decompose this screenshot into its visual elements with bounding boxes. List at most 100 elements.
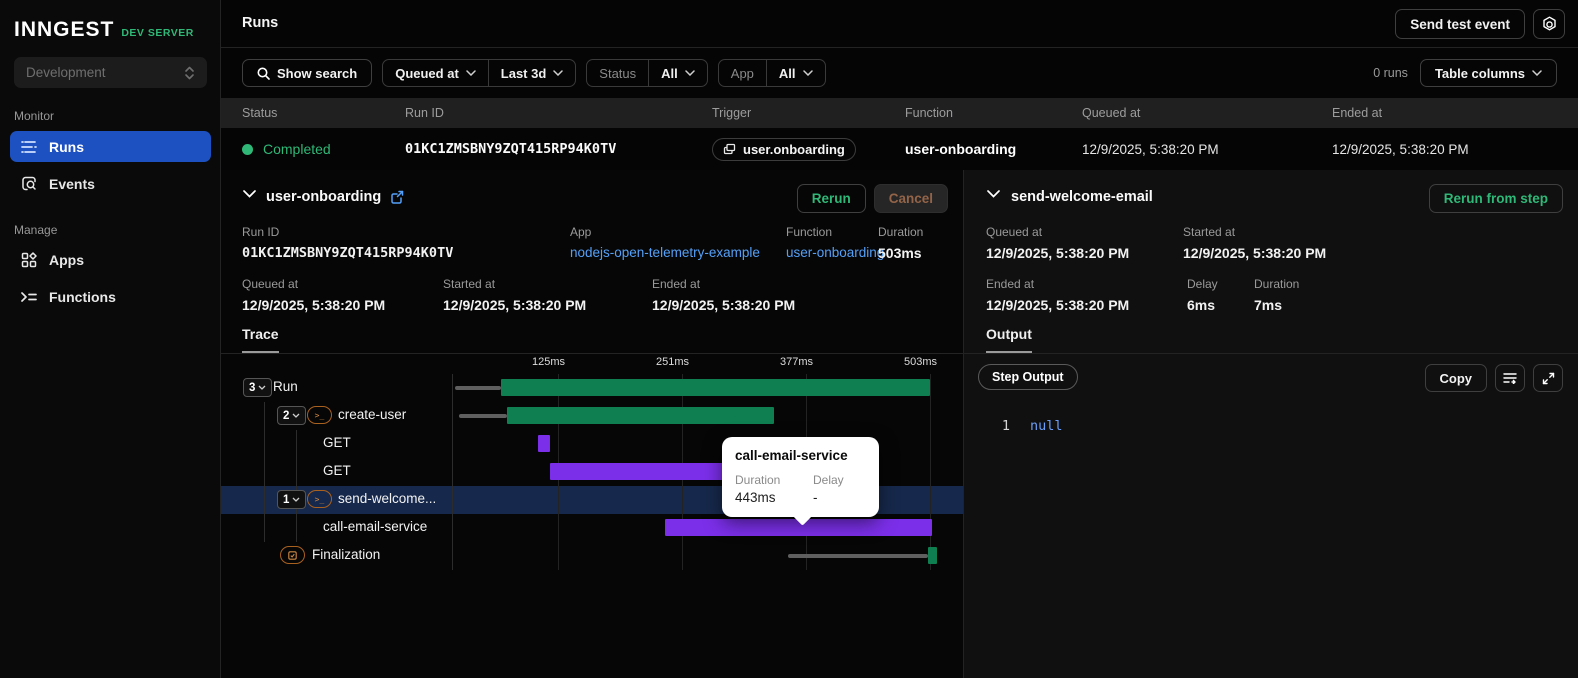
trace-row-run[interactable]: 3 Run <box>221 374 963 402</box>
trace-queue-line <box>459 414 507 418</box>
settings-button[interactable] <box>1533 9 1565 39</box>
rerun-from-step-button[interactable]: Rerun from step <box>1428 184 1563 213</box>
tooltip-delay-label: Delay <box>813 473 844 487</box>
step-title-text: send-welcome-email <box>1011 189 1153 205</box>
step-detail-tabbar: Output <box>964 322 1578 354</box>
time-range-value: Last 3d <box>500 65 547 81</box>
trace-span-bar[interactable] <box>501 379 930 396</box>
environment-select[interactable]: Development <box>14 57 207 88</box>
ended-at-label: Ended at <box>652 277 701 291</box>
function-link[interactable]: user-onboarding <box>786 245 884 260</box>
queued-at-cell: 12/9/2025, 5:38:20 PM <box>1082 141 1219 157</box>
trace-row-track <box>452 374 963 402</box>
step-ended-at-field: Ended at 12/9/2025, 5:38:20 PM <box>986 277 1129 313</box>
sidebar-item-label: Functions <box>49 288 116 305</box>
trace-row-create-user[interactable]: 2 >_ create-user <box>221 402 963 430</box>
trace-span-bar[interactable] <box>507 407 774 424</box>
queued-at-value: 12/9/2025, 5:38:20 PM <box>242 297 386 313</box>
trace-span-bar[interactable] <box>550 463 730 480</box>
status-text: Completed <box>263 141 331 157</box>
tab-trace[interactable]: Trace <box>242 326 279 353</box>
trigger-event-pill[interactable]: user.onboarding <box>712 137 856 161</box>
show-search-button[interactable]: Show search <box>242 59 373 87</box>
trace-row-label: Run <box>273 379 298 394</box>
rerun-button[interactable]: Rerun <box>796 184 866 213</box>
axis-tick: 125ms <box>531 356 565 368</box>
children-count-badge[interactable]: 1 <box>277 490 307 509</box>
environment-select-value: Development <box>26 65 106 80</box>
trace-tooltip: call-email-service Duration Delay 443ms … <box>722 437 879 526</box>
sidebar-item-functions[interactable]: Functions <box>10 281 211 312</box>
external-link-icon[interactable] <box>390 190 404 204</box>
expand-icon <box>1542 372 1554 384</box>
time-range-dropdown[interactable]: Last 3d <box>487 60 576 86</box>
trace-row-name: Finalization <box>221 542 452 570</box>
app-filter-label: App <box>730 65 754 81</box>
expand-button[interactable] <box>1533 364 1563 392</box>
app-filter-dropdown[interactable]: All <box>765 60 825 86</box>
send-test-event-button[interactable]: Send test event <box>1395 9 1525 39</box>
trace-span-bar[interactable] <box>928 547 937 564</box>
chevron-down-icon <box>292 497 300 502</box>
step-delay-field: Delay 6ms <box>1187 277 1218 313</box>
collapse-run-button[interactable] <box>243 190 256 198</box>
copy-button[interactable]: Copy <box>1424 364 1487 392</box>
duration-label: Duration <box>878 225 924 239</box>
sidebar-item-apps[interactable]: Apps <box>10 244 211 275</box>
table-row[interactable]: Completed 01KC1ZMSBNY9ZQT415RP94K0TV use… <box>221 128 1578 170</box>
word-wrap-icon <box>1503 373 1517 384</box>
main-header: Runs Send test event <box>221 0 1578 48</box>
word-wrap-button[interactable] <box>1495 364 1525 392</box>
queued-at-label: Queued at <box>242 277 299 291</box>
trace-row-label: call-email-service <box>323 519 428 534</box>
filter-bar: Show search Queued at Last 3d Status All… <box>221 48 1578 98</box>
dev-server-badge: DEV SERVER <box>121 27 194 39</box>
time-field-dropdown[interactable]: Queued at <box>383 60 488 86</box>
trace-row-track <box>452 402 963 430</box>
trace-row-name: 2 >_ create-user <box>221 402 452 430</box>
collapse-step-button[interactable] <box>987 190 1000 198</box>
trace-row-call-email-service[interactable]: call-email-service <box>221 514 963 542</box>
step-queued-at-label: Queued at <box>986 225 1043 239</box>
gear-icon <box>1542 16 1556 30</box>
chevron-down-icon <box>553 70 564 76</box>
tooltip-title: call-email-service <box>735 448 848 463</box>
logo: INNGEST DEV SERVER <box>14 18 194 42</box>
table-columns-button[interactable]: Table columns <box>1419 59 1557 87</box>
step-detail-header: send-welcome-email Rerun from step <box>964 182 1578 216</box>
column-header-ended-at: Ended at <box>1332 106 1383 120</box>
step-output-badge: Step Output <box>978 364 1078 390</box>
trace-row-track <box>452 542 963 570</box>
trace-row-finalization[interactable]: Finalization <box>221 542 963 570</box>
sidebar-item-events[interactable]: Events <box>10 168 211 199</box>
tooltip-delay-value: - <box>813 490 818 505</box>
cancel-button[interactable]: Cancel <box>873 184 948 213</box>
sidebar-section-monitor: Monitor <box>14 109 55 123</box>
chevron-down-icon <box>292 413 300 418</box>
chevron-down-icon <box>802 70 813 76</box>
children-count-badge[interactable]: 2 <box>277 406 307 425</box>
status-filter-dropdown[interactable]: All <box>648 60 707 86</box>
step-duration-field: Duration 7ms <box>1254 277 1299 313</box>
trace-row-name: 1 >_ send-welcome... <box>221 486 452 514</box>
trace-row-label: GET <box>323 435 351 450</box>
sidebar: INNGEST DEV SERVER Development Monitor R… <box>0 0 221 678</box>
runs-icon <box>21 140 37 153</box>
app-link[interactable]: nodejs-open-telemetry-example <box>570 245 760 260</box>
status-cell: Completed <box>242 141 405 157</box>
column-header-function: Function <box>905 106 953 120</box>
started-at-field: Started at 12/9/2025, 5:38:20 PM <box>443 277 586 313</box>
children-count-badge[interactable]: 3 <box>243 378 273 397</box>
sidebar-item-runs[interactable]: Runs <box>10 131 211 162</box>
app-label: App <box>570 225 592 239</box>
step-started-at-field: Started at 12/9/2025, 5:38:20 PM <box>1183 225 1326 261</box>
run-id-label: Run ID <box>242 225 280 239</box>
trace-axis: 125ms 251ms 377ms 503ms <box>221 356 963 372</box>
trace-span-bar[interactable] <box>538 435 550 452</box>
axis-tick: 503ms <box>903 356 937 368</box>
step-started-at-value: 12/9/2025, 5:38:20 PM <box>1183 245 1327 261</box>
axis-tick: 377ms <box>779 356 813 368</box>
run-id-field: Run ID 01KC1ZMSBNY9ZQT415RP94K0TV <box>242 225 453 261</box>
step-detail-panel: send-welcome-email Rerun from step Queue… <box>963 170 1578 678</box>
tab-output[interactable]: Output <box>986 326 1032 353</box>
